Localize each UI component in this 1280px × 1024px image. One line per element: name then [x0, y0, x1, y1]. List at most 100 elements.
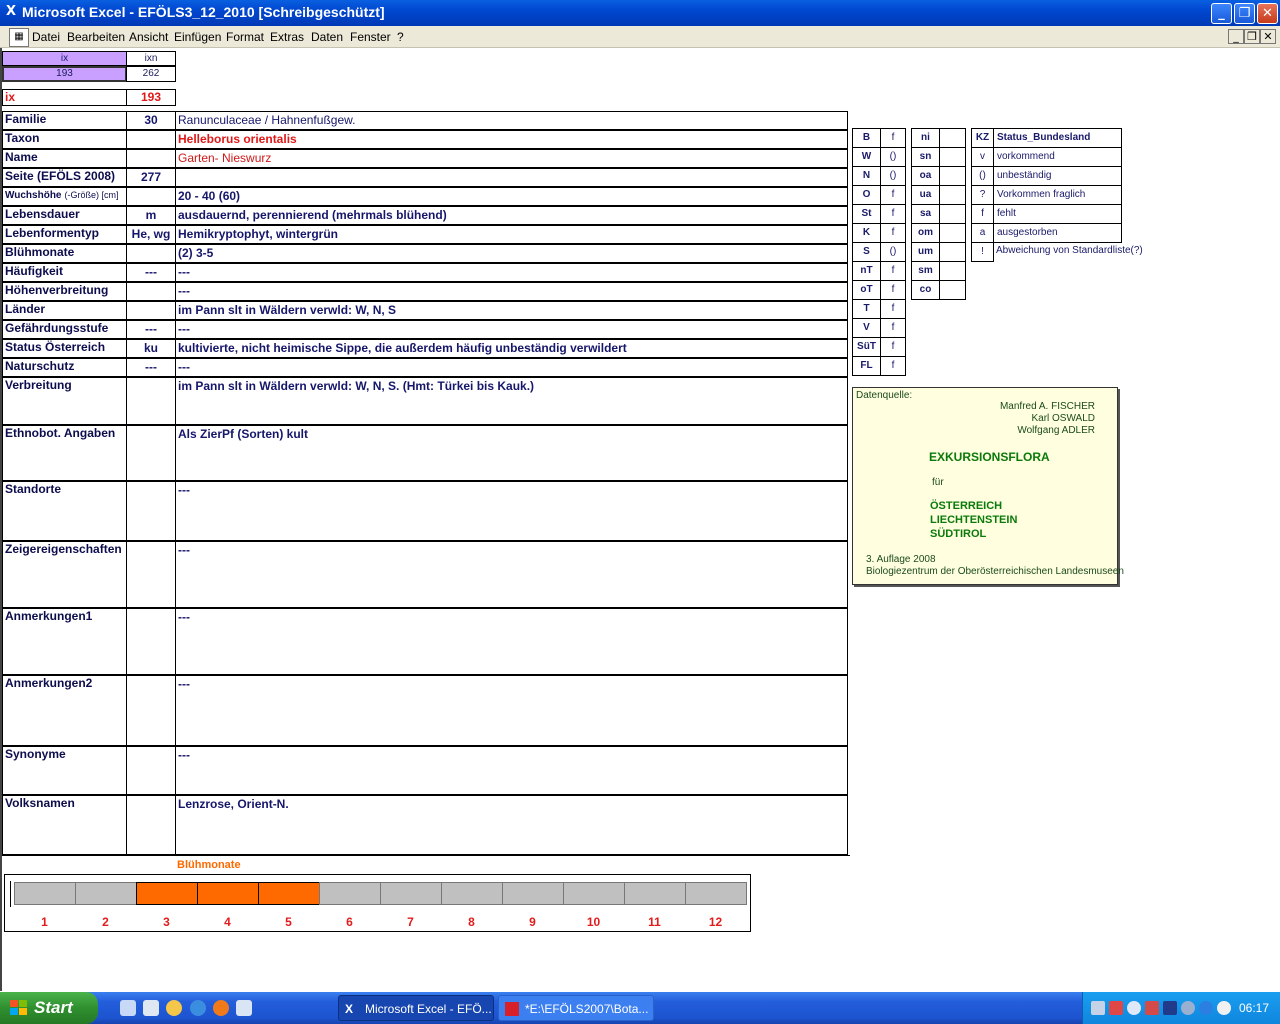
- antivirus-icon[interactable]: [1145, 1001, 1159, 1015]
- altitude-value[interactable]: [939, 128, 966, 148]
- legend-kz[interactable]: ?: [971, 185, 994, 205]
- field-code[interactable]: [126, 244, 176, 263]
- ixn-header-cell[interactable]: ixn: [126, 51, 176, 66]
- legend-text[interactable]: ausgestorben: [993, 223, 1122, 243]
- field-value[interactable]: Garten- Nieswurz: [175, 149, 848, 168]
- state-abbr[interactable]: O: [852, 185, 881, 205]
- network-icon[interactable]: [1091, 1001, 1105, 1015]
- field-value[interactable]: 20 - 40 (60): [175, 187, 848, 206]
- state-value[interactable]: f: [880, 356, 906, 376]
- field-label[interactable]: Länder: [2, 301, 127, 320]
- state-value[interactable]: (): [880, 147, 906, 167]
- altitude-abbr[interactable]: sa: [911, 204, 940, 224]
- state-value[interactable]: (): [880, 166, 906, 186]
- doc-close-button[interactable]: ✕: [1260, 29, 1276, 44]
- field-value[interactable]: Als ZierPf (Sorten) kult: [175, 425, 848, 481]
- state-value[interactable]: f: [880, 128, 906, 148]
- ixn-value-cell[interactable]: 262: [126, 66, 176, 82]
- state-abbr[interactable]: FL: [852, 356, 881, 376]
- task-folder[interactable]: *E:\EFÖLS2007\Bota...: [498, 995, 654, 1021]
- field-value[interactable]: (2) 3-5: [175, 244, 848, 263]
- state-value[interactable]: f: [880, 261, 906, 281]
- altitude-abbr[interactable]: om: [911, 223, 940, 243]
- field-label[interactable]: Gefährdungsstufe: [2, 320, 127, 339]
- excel-app-icon[interactable]: X: [3, 4, 19, 20]
- altitude-value[interactable]: [939, 166, 966, 186]
- field-value[interactable]: kultivierte, nicht heimische Sippe, die …: [175, 339, 848, 358]
- legend-text[interactable]: fehlt: [993, 204, 1122, 224]
- field-code[interactable]: ---: [126, 358, 176, 377]
- state-value[interactable]: f: [880, 318, 906, 338]
- field-value[interactable]: ---: [175, 481, 848, 541]
- field-label[interactable]: Blühmonate: [2, 244, 127, 263]
- menu-datei[interactable]: Datei: [32, 30, 60, 44]
- clock[interactable]: 06:17: [1239, 1001, 1269, 1015]
- ix-value-cell[interactable]: 193: [2, 66, 127, 82]
- field-label[interactable]: Lebenformentyp: [2, 225, 127, 244]
- altitude-value[interactable]: [939, 185, 966, 205]
- altitude-value[interactable]: [939, 242, 966, 262]
- workbook-icon[interactable]: ▦: [9, 28, 29, 47]
- altitude-abbr[interactable]: co: [911, 280, 940, 300]
- state-abbr[interactable]: V: [852, 318, 881, 338]
- field-label[interactable]: Wuchshöhe (-Größe) [cm]: [2, 187, 127, 206]
- doc-minimize-button[interactable]: _: [1228, 29, 1244, 44]
- field-label[interactable]: Anmerkungen1: [2, 608, 127, 675]
- quicklaunch-explorer-icon[interactable]: [120, 1000, 136, 1016]
- menu-bearbeiten[interactable]: Bearbeiten: [67, 30, 125, 44]
- state-abbr[interactable]: B: [852, 128, 881, 148]
- close-button[interactable]: ✕: [1257, 3, 1278, 24]
- field-label[interactable]: Taxon: [2, 130, 127, 149]
- update-icon[interactable]: [1181, 1001, 1195, 1015]
- field-value[interactable]: Ranunculaceae / Hahnenfußgew.: [175, 111, 848, 130]
- altitude-value[interactable]: [939, 147, 966, 167]
- minimize-button[interactable]: _: [1211, 3, 1232, 24]
- legend-text[interactable]: Abweichung von Standardliste(?): [993, 242, 1143, 262]
- security-alert-icon[interactable]: [1109, 1001, 1123, 1015]
- ix-number-cell[interactable]: 193: [126, 89, 176, 106]
- legend-kz[interactable]: (): [971, 166, 994, 186]
- state-abbr[interactable]: SüT: [852, 337, 881, 357]
- altitude-value[interactable]: [939, 223, 966, 243]
- field-code[interactable]: [126, 795, 176, 855]
- legend-kz[interactable]: v: [971, 147, 994, 167]
- field-value[interactable]: im Pann slt in Wäldern verwld: W, N, S. …: [175, 377, 848, 425]
- state-abbr[interactable]: W: [852, 147, 881, 167]
- altitude-abbr[interactable]: um: [911, 242, 940, 262]
- quicklaunch-desktop-icon[interactable]: [143, 1000, 159, 1016]
- altitude-value[interactable]: [939, 261, 966, 281]
- field-label[interactable]: Lebensdauer: [2, 206, 127, 225]
- field-label[interactable]: Familie: [2, 111, 127, 130]
- restore-button[interactable]: ❐: [1234, 3, 1255, 24]
- field-code[interactable]: ---: [126, 263, 176, 282]
- ix-header-cell[interactable]: ix: [2, 51, 127, 66]
- field-value[interactable]: ---: [175, 358, 848, 377]
- quicklaunch-firefox-icon[interactable]: [213, 1000, 229, 1016]
- field-label[interactable]: Naturschutz: [2, 358, 127, 377]
- legend-status-header[interactable]: Status_Bundesland: [993, 128, 1122, 148]
- field-label[interactable]: Anmerkungen2: [2, 675, 127, 746]
- legend-kz-header[interactable]: KZ: [971, 128, 994, 148]
- field-code[interactable]: [126, 282, 176, 301]
- field-value[interactable]: ---: [175, 541, 848, 608]
- legend-kz[interactable]: a: [971, 223, 994, 243]
- doc-restore-button[interactable]: ❐: [1244, 29, 1260, 44]
- field-code[interactable]: [126, 187, 176, 206]
- field-code[interactable]: He, wg: [126, 225, 176, 244]
- field-code[interactable]: [126, 301, 176, 320]
- state-value[interactable]: f: [880, 185, 906, 205]
- field-label[interactable]: Status Österreich: [2, 339, 127, 358]
- field-value[interactable]: Lenzrose, Orient-N.: [175, 795, 848, 855]
- field-code[interactable]: ku: [126, 339, 176, 358]
- state-abbr[interactable]: K: [852, 223, 881, 243]
- altitude-value[interactable]: [939, 280, 966, 300]
- start-button[interactable]: Start: [0, 992, 98, 1024]
- field-code[interactable]: [126, 675, 176, 746]
- state-value[interactable]: (): [880, 242, 906, 262]
- field-code[interactable]: [126, 541, 176, 608]
- field-label[interactable]: Zeigereigenschaften: [2, 541, 127, 608]
- state-value[interactable]: f: [880, 204, 906, 224]
- altitude-value[interactable]: [939, 204, 966, 224]
- field-label[interactable]: Verbreitung: [2, 377, 127, 425]
- altitude-abbr[interactable]: sn: [911, 147, 940, 167]
